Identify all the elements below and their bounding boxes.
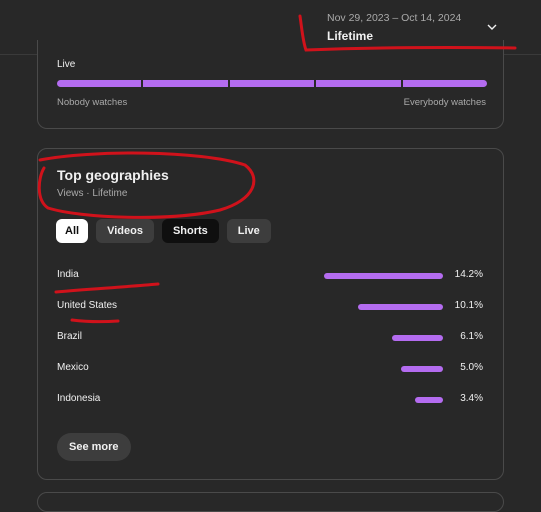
share-value: 6.1% (460, 331, 483, 342)
chevron-down-icon[interactable] (485, 20, 499, 39)
bar-segment (402, 80, 488, 87)
live-card: Live Nobody watches Everybody watches (37, 40, 504, 129)
date-range-selector[interactable]: Nov 29, 2023 – Oct 14, 2024 Lifetime (327, 12, 461, 43)
country-name: Indonesia (57, 393, 101, 404)
scale-left-label: Nobody watches (57, 97, 128, 108)
share-value: 10.1% (454, 300, 483, 311)
share-value: 3.4% (460, 393, 483, 404)
country-name: United States (57, 300, 118, 311)
chip-all[interactable]: All (56, 219, 89, 243)
live-title: Live (57, 59, 76, 70)
next-card (37, 492, 504, 512)
share-bar (401, 366, 443, 372)
share-value: 14.2% (454, 269, 483, 280)
bar-segment (316, 80, 401, 87)
chip-videos[interactable]: Videos (96, 219, 154, 243)
country-name: Mexico (57, 362, 89, 373)
share-value: 5.0% (460, 362, 483, 373)
card-subtitle: Views · Lifetime (57, 188, 128, 199)
geo-row: Indonesia 3.4% (57, 393, 487, 407)
share-bar (392, 335, 443, 341)
see-more-button[interactable]: See more (57, 433, 131, 461)
top-geographies-card: Top geographies Views · Lifetime All Vid… (37, 148, 504, 480)
chip-shorts[interactable]: Shorts (161, 219, 219, 243)
country-name: Brazil (57, 331, 83, 342)
geo-row: India 14.2% (57, 269, 487, 283)
country-name: India (57, 269, 79, 280)
geo-row: United States 10.1% (57, 300, 487, 314)
filter-chips: All Videos Shorts Live (56, 219, 271, 243)
bar-segment (143, 80, 228, 87)
share-bar (358, 304, 443, 310)
card-title: Top geographies (57, 167, 169, 183)
share-bar (415, 397, 443, 403)
scale-right-label: Everybody watches (403, 97, 486, 108)
share-bar (324, 273, 443, 279)
bar-segment (57, 80, 142, 87)
bar-segment (229, 80, 315, 87)
geo-row: Mexico 5.0% (57, 362, 487, 376)
date-range-text: Nov 29, 2023 – Oct 14, 2024 (327, 12, 462, 24)
geo-row: Brazil 6.1% (57, 331, 487, 345)
chip-live[interactable]: Live (226, 219, 271, 243)
live-distribution-bar (57, 80, 488, 87)
